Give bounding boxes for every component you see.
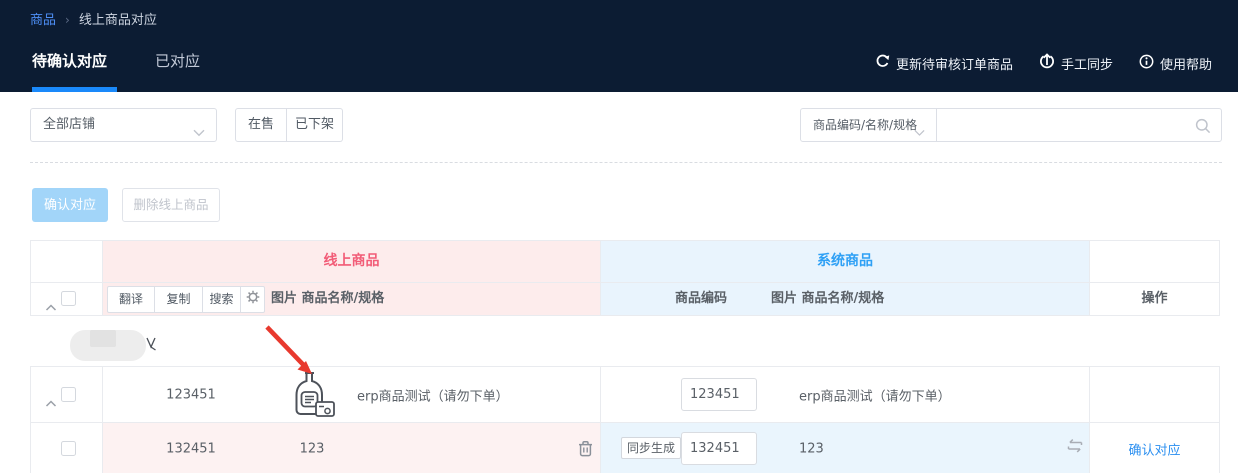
group-header-online: 线上商品 — [103, 241, 601, 283]
search-input[interactable] — [937, 109, 1221, 141]
search-titles-button[interactable]: 搜索 — [203, 286, 241, 313]
row1-system-cell: erp商品测试（请勿下单） — [601, 367, 1090, 423]
breadcrumb-root[interactable]: 商品 — [30, 13, 56, 28]
row1-select-cell — [31, 367, 103, 423]
product-image-placeholder-icon[interactable] — [285, 371, 337, 423]
filter-onsale-button[interactable]: 在售 — [235, 108, 287, 142]
group-header-ops-cell — [1090, 241, 1219, 283]
chevron-down-icon — [193, 122, 205, 141]
copy-button[interactable]: 复制 — [155, 286, 203, 313]
online-product-name: 123 — [262, 441, 362, 456]
row2-online-cell: 132451 123 — [103, 423, 601, 473]
system-code-input[interactable] — [681, 432, 757, 465]
table-body: 123451 erp商品测试（请勿下单） erp商品测试（请勿下单） — [30, 366, 1220, 473]
online-product-code: 123451 — [141, 387, 241, 402]
search-type-select[interactable]: 商品编码/名称/规格 — [800, 108, 937, 142]
ops-column-header: 操作 — [1090, 283, 1219, 315]
tab-matched[interactable]: 已对应 — [155, 50, 200, 71]
online-product-code: 132451 — [141, 441, 241, 456]
breadcrumb-separator: › — [65, 13, 70, 27]
search-box — [936, 108, 1222, 142]
online-products-group-title: 线上商品 — [103, 241, 600, 282]
topbar — [0, 0, 1238, 92]
collapse-caret-icon[interactable] — [45, 296, 57, 315]
system-products-group-title: 系统商品 — [601, 241, 1089, 282]
system-product-name: 123 — [799, 441, 824, 456]
section-divider — [30, 162, 1222, 163]
sync-generated-tag: 同步生成 — [621, 437, 681, 459]
online-toolbar: 翻译 复制 搜索 — [107, 286, 265, 313]
subheader-system: 商品编码 图片 商品名称/规格 — [601, 283, 1090, 315]
row2-system-cell: 同步生成 123 — [601, 423, 1090, 473]
select-all-checkbox[interactable] — [61, 291, 76, 306]
row1-online-cell: 123451 erp商品测试（请勿下单） — [103, 367, 601, 423]
row-checkbox[interactable] — [61, 441, 76, 456]
shop-name-redacted-tile — [90, 330, 116, 347]
refresh-icon — [875, 54, 890, 73]
breadcrumb-current: 线上商品对应 — [79, 13, 157, 28]
confirm-mapping-bulk-button[interactable]: 确认对应 — [32, 188, 108, 222]
filter-offshelf-button[interactable]: 已下架 — [287, 108, 343, 142]
chevron-down-icon — [914, 122, 925, 141]
system-name-column-header: 图片 商品名称/规格 — [771, 283, 884, 315]
subheader-online: 翻译 复制 搜索 图片 商品名称/规格 — [103, 283, 601, 315]
manual-sync-button[interactable]: 手工同步 — [1039, 53, 1113, 73]
row1-ops-cell — [1090, 367, 1219, 423]
online-product-name: erp商品测试（请勿下单） — [357, 385, 509, 404]
row2-select-cell — [31, 423, 103, 473]
trash-icon[interactable] — [577, 440, 594, 461]
search-type-value: 商品编码/名称/规格 — [813, 109, 917, 141]
shop-badge-glyph — [146, 337, 157, 356]
active-tab-underline — [32, 87, 117, 92]
info-icon — [1139, 54, 1154, 73]
shop-select-value: 全部店铺 — [43, 109, 95, 141]
help-button[interactable]: 使用帮助 — [1139, 54, 1212, 73]
sync-upload-icon — [1039, 53, 1055, 73]
swap-arrows-icon[interactable] — [1065, 438, 1085, 458]
gear-icon[interactable] — [241, 286, 265, 313]
online-product-mapping-page: 商品 › 线上商品对应 待确认对应 已对应 更新待审核订单商品 手工同步 使用帮助 — [0, 0, 1238, 473]
subheader-ops: 操作 — [1090, 283, 1219, 315]
row-checkbox[interactable] — [61, 387, 76, 402]
subheader-select-cell — [31, 283, 103, 315]
topbar-actions: 更新待审核订单商品 手工同步 使用帮助 — [875, 53, 1212, 73]
shop-select[interactable]: 全部店铺 — [30, 108, 217, 142]
system-code-column-header: 商品编码 — [641, 283, 761, 315]
group-header-system: 系统商品 — [601, 241, 1090, 283]
table-header: 线上商品 系统商品 翻译 复制 搜索 图片 商品名称/规格 商品编码 — [30, 240, 1220, 316]
translate-button[interactable]: 翻译 — [107, 286, 155, 313]
row2-ops-cell: 确认对应 — [1090, 423, 1219, 473]
collapse-caret-icon[interactable] — [45, 392, 57, 411]
confirm-mapping-link[interactable]: 确认对应 — [1090, 439, 1219, 458]
delete-online-product-button[interactable]: 删除线上商品 — [122, 188, 220, 222]
search-icon[interactable] — [1195, 118, 1211, 138]
online-name-column-header: 图片 商品名称/规格 — [271, 283, 384, 315]
refresh-pending-orders-button[interactable]: 更新待审核订单商品 — [875, 54, 1013, 73]
system-product-name: erp商品测试（请勿下单） — [799, 385, 951, 404]
listing-status-filter: 在售 已下架 — [235, 108, 343, 142]
group-header-select-cell — [31, 241, 103, 283]
system-code-input[interactable] — [681, 378, 757, 411]
breadcrumb: 商品 › 线上商品对应 — [30, 9, 157, 28]
tab-pending-confirm[interactable]: 待确认对应 — [32, 50, 107, 71]
